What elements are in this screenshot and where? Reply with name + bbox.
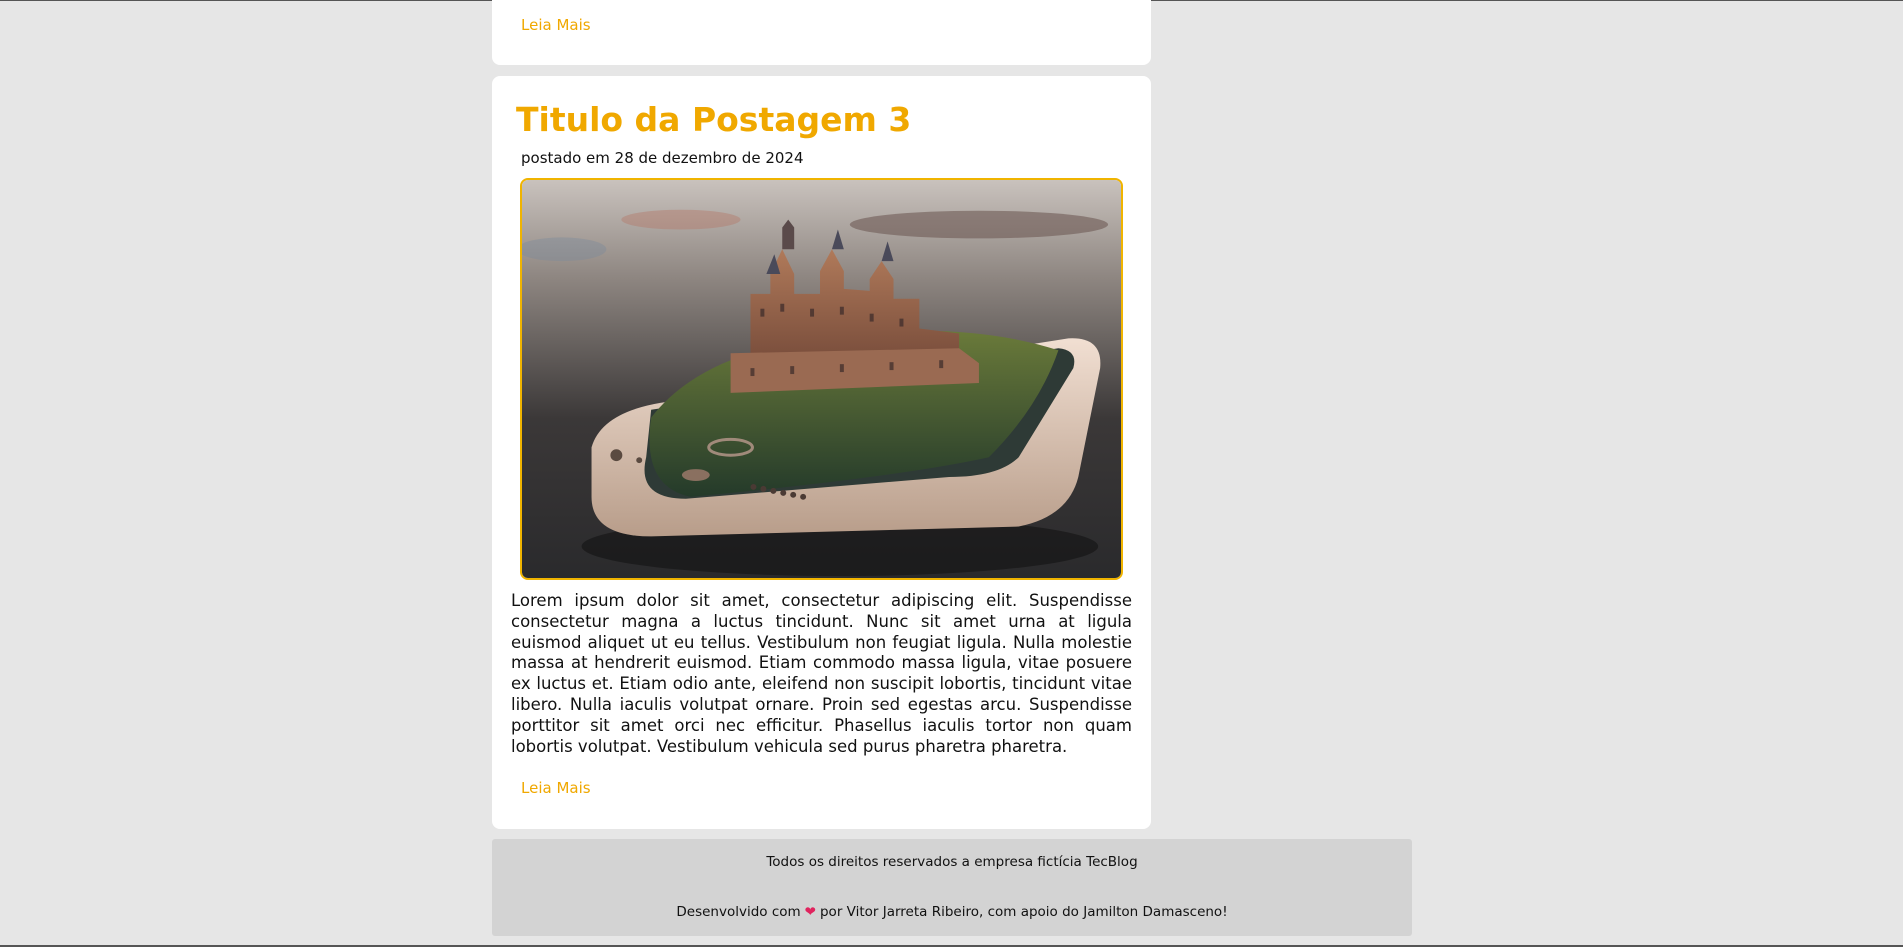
- footer-credits: Desenvolvido com ❤ por Vitor Jarreta Ribei…: [492, 904, 1412, 920]
- heart-icon: ❤: [804, 904, 816, 920]
- post-card: Titulo da Postagem 3 postado em 28 de de…: [492, 76, 1151, 829]
- credits-prefix: Desenvolvido com: [676, 904, 801, 920]
- post-image: [520, 178, 1123, 580]
- read-more-link[interactable]: Leia Mais: [521, 16, 591, 34]
- read-more-link[interactable]: Leia Mais: [521, 779, 591, 797]
- footer: Todos os direitos reservados a empresa f…: [492, 839, 1412, 936]
- credits-suffix: por Vitor Jarreta Ribeiro, com apoio do …: [819, 904, 1228, 920]
- previous-post-card: Leia Mais: [492, 0, 1151, 65]
- post-title: Titulo da Postagem 3: [516, 100, 912, 139]
- post-date: postado em 28 de dezembro de 2024: [521, 149, 804, 167]
- castle-on-smartphone-image: [522, 180, 1121, 578]
- post-body: Lorem ipsum dolor sit amet, consectetur …: [511, 591, 1132, 756]
- footer-copyright: Todos os direitos reservados a empresa f…: [766, 854, 1138, 870]
